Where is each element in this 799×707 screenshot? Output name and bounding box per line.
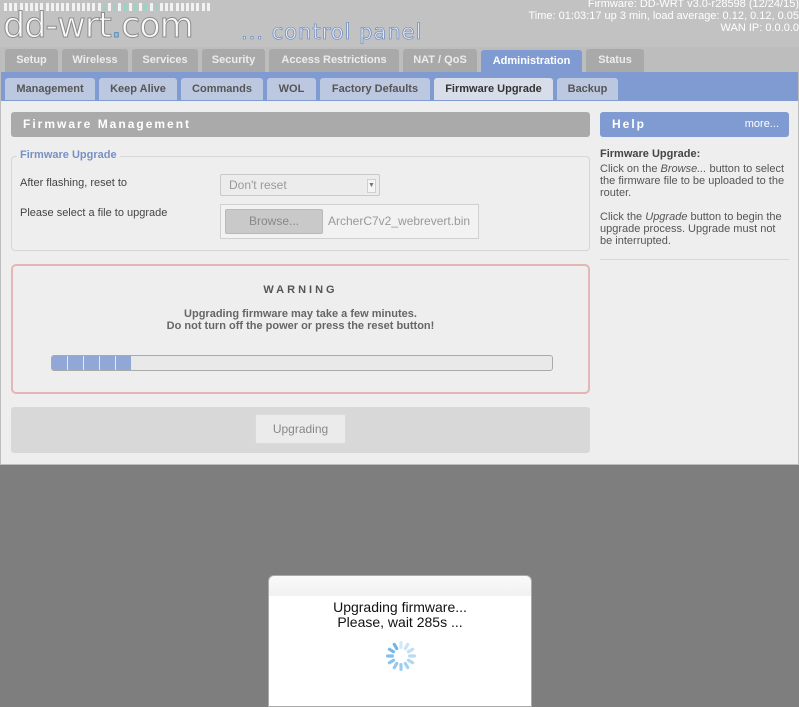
file-name: ArcherC7v2_webrevert.bin — [328, 214, 471, 228]
fieldset-legend: Firmware Upgrade — [17, 149, 120, 161]
help-text: Click the — [600, 211, 646, 223]
router-page: dd-wrt.com ... control panel Firmware: D… — [0, 0, 799, 465]
progress-fill — [52, 356, 132, 370]
subtab-firmware-upgrade[interactable]: Firmware Upgrade — [434, 78, 553, 100]
tab-setup[interactable]: Setup — [5, 49, 58, 72]
help-panel-title: Help more... — [600, 112, 789, 137]
logo-stripe — [196, 3, 200, 11]
warning-line-2: Do not turn off the power or press the r… — [166, 320, 435, 332]
spinner-petal — [403, 661, 410, 670]
spinner-petal — [399, 641, 403, 649]
warning-title: WARNING — [263, 284, 338, 296]
logo-stripe — [201, 3, 205, 11]
tab-services[interactable]: Services — [132, 49, 198, 72]
spinner-petal — [386, 654, 394, 658]
firmware-info: Firmware: DD-WRT v3.0-r28598 (12/24/15) … — [529, 0, 799, 34]
spinner-petal — [406, 658, 415, 665]
spinner-petal — [399, 663, 403, 671]
help-paragraph-2: Click the Upgrade button to begin the up… — [600, 211, 789, 247]
tab-administration[interactable]: Administration — [481, 50, 582, 73]
help-body: Firmware Upgrade: Click on the Browse...… — [600, 148, 789, 247]
warning-box: WARNING Upgrading firmware may take a fe… — [11, 264, 590, 394]
subtab-management[interactable]: Management — [5, 78, 95, 100]
firmware-version: Firmware: DD-WRT v3.0-r28598 (12/24/15) — [587, 0, 799, 10]
dialog-line-2: Please, wait 285s ... — [337, 614, 463, 630]
subtab-backup[interactable]: Backup — [557, 78, 618, 100]
section-title: Firmware Management — [11, 112, 590, 137]
tab-nat-qos[interactable]: NAT / QoS — [403, 49, 477, 72]
logo-stripe — [206, 3, 210, 11]
spinner-petal — [406, 647, 415, 654]
subtab-commands[interactable]: Commands — [181, 78, 263, 100]
header: dd-wrt.com ... control panel Firmware: D… — [0, 0, 799, 47]
logo-dot: . — [110, 6, 122, 47]
tab-status[interactable]: Status — [586, 49, 644, 72]
logo-subtitle: ... control panel — [241, 20, 423, 45]
loading-spinner-icon — [386, 641, 416, 671]
firmware-upgrade-fieldset: Firmware Upgrade After flashing, reset t… — [11, 149, 590, 251]
chevron-down-icon: ▼ — [367, 179, 376, 193]
spinner-petal — [387, 647, 396, 654]
sub-tabs: Management Keep Alive Commands WOL Facto… — [1, 72, 798, 101]
content-area: Firmware Management Firmware Upgrade Aft… — [1, 101, 798, 464]
subtab-factory-defaults[interactable]: Factory Defaults — [320, 78, 430, 100]
reset-select[interactable]: Don't reset ▼ — [220, 174, 380, 196]
file-label: Please select a file to upgrade — [20, 207, 168, 219]
browse-button[interactable]: Browse... — [225, 209, 323, 234]
spinner-petal — [408, 654, 416, 658]
help-text: Click on the — [600, 163, 661, 175]
uptime-text: Time: 01:03:17 up 3 min, load average: 0… — [528, 10, 799, 22]
help-more-link[interactable]: more... — [745, 112, 779, 137]
reset-select-value: Don't reset — [229, 178, 287, 192]
spinner-petal — [403, 642, 410, 651]
logo-com: com — [120, 6, 194, 47]
dialog-header — [269, 576, 531, 596]
spinner-petal — [392, 661, 399, 670]
upgrade-progress-bar — [51, 355, 553, 371]
help-emphasis: Browse... — [660, 163, 707, 175]
file-input[interactable]: Browse... ArcherC7v2_webrevert.bin — [220, 204, 479, 239]
tab-access-restrictions[interactable]: Access Restrictions — [269, 49, 399, 72]
logo: dd-wrt.com — [3, 4, 195, 48]
reset-label: After flashing, reset to — [20, 177, 127, 189]
upgrade-dialog: Upgrading firmware... Please, wait 285s … — [268, 575, 532, 707]
logo-text: dd-wrt — [3, 6, 113, 47]
tab-wireless[interactable]: Wireless — [62, 49, 128, 72]
spinner-petal — [387, 658, 396, 665]
wan-ip: WAN IP: 0.0.0.0 — [720, 22, 799, 34]
upgrade-button[interactable]: Upgrading — [255, 414, 346, 444]
dialog-line-1: Upgrading firmware... — [333, 599, 467, 615]
tab-security[interactable]: Security — [202, 49, 265, 72]
warning-line-1: Upgrading firmware may take a few minute… — [184, 308, 417, 320]
help-paragraph-1: Click on the Browse... button to select … — [600, 163, 789, 199]
help-heading: Firmware Upgrade: — [600, 148, 701, 160]
button-bar: Upgrading — [11, 407, 590, 453]
help-emphasis: Upgrade — [645, 211, 688, 223]
subtab-wol[interactable]: WOL — [267, 78, 316, 100]
subtab-keep-alive[interactable]: Keep Alive — [99, 78, 177, 100]
spinner-petal — [392, 642, 399, 651]
help-divider — [600, 259, 789, 260]
help-title: Help — [612, 117, 647, 131]
